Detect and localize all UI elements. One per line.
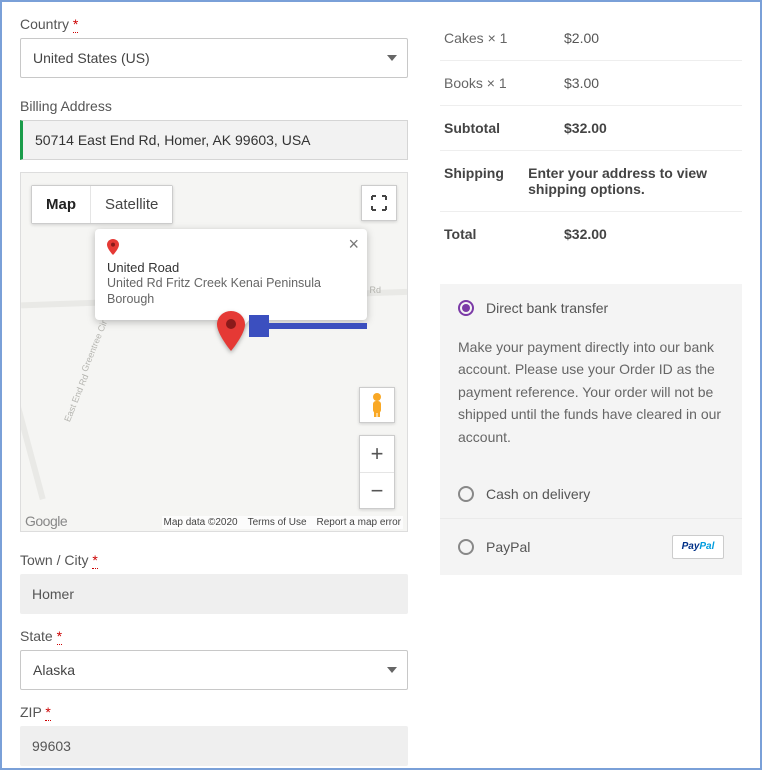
summary-row: ShippingEnter your address to view shipp… — [440, 150, 742, 211]
payment-label: Direct bank transfer — [486, 300, 608, 316]
summary-row: Total$32.00 — [440, 211, 742, 256]
close-icon[interactable]: × — [348, 235, 359, 253]
summary-key: Shipping — [444, 165, 528, 197]
payment-direct-bank[interactable]: Direct bank transfer — [440, 284, 742, 332]
map-type-satellite[interactable]: Satellite — [90, 186, 172, 223]
map-type-map[interactable]: Map — [32, 186, 90, 223]
billing-address-value: 50714 East End Rd, Homer, AK 99603, USA — [35, 132, 311, 148]
chevron-down-icon — [387, 667, 397, 673]
summary-value: $3.00 — [564, 75, 599, 91]
google-logo: Google — [25, 513, 67, 529]
zoom-out-button[interactable]: − — [360, 472, 394, 508]
summary-key: Total — [444, 226, 564, 242]
summary-key: Subtotal — [444, 120, 564, 136]
map-pin[interactable] — [217, 311, 245, 354]
map[interactable]: United Rd East End Rd Greentree Cir Map … — [20, 172, 408, 532]
zip-label: ZIP * — [20, 704, 408, 720]
summary-value: $32.00 — [564, 226, 607, 242]
billing-address-box: 50714 East End Rd, Homer, AK 99603, USA — [20, 120, 408, 160]
pegman-icon — [368, 392, 386, 418]
streetview-pegman[interactable] — [359, 387, 395, 423]
order-summary: Cakes × 1$2.00Books × 1$3.00Subtotal$32.… — [440, 16, 742, 256]
summary-row: Subtotal$32.00 — [440, 105, 742, 150]
fullscreen-icon — [371, 195, 387, 211]
summary-row: Books × 1$3.00 — [440, 60, 742, 105]
chevron-down-icon — [387, 55, 397, 61]
city-label: Town / City * — [20, 552, 408, 568]
map-info-popup: × United Road United Rd Fritz Creek Kena… — [95, 229, 367, 320]
zip-input[interactable] — [20, 726, 408, 766]
state-label: State * — [20, 628, 408, 644]
summary-key: Cakes × 1 — [444, 30, 564, 46]
popup-subtitle: United Rd Fritz Creek Kenai Peninsula Bo… — [107, 275, 355, 308]
popup-title: United Road — [107, 260, 355, 275]
summary-value: $32.00 — [564, 120, 607, 136]
zoom-in-button[interactable]: + — [360, 436, 394, 472]
radio-icon — [458, 300, 474, 316]
payment-cod[interactable]: Cash on delivery — [440, 470, 742, 518]
summary-row: Cakes × 1$2.00 — [440, 16, 742, 60]
road-label-greentree: Greentree Cir — [79, 319, 109, 373]
map-report-link[interactable]: Report a map error — [317, 517, 401, 528]
summary-key: Books × 1 — [444, 75, 564, 91]
state-value: Alaska — [33, 662, 75, 678]
zoom-controls: + − — [359, 435, 395, 509]
city-input[interactable] — [20, 574, 408, 614]
billing-address-label: Billing Address — [20, 98, 408, 114]
state-select[interactable]: Alaska — [20, 650, 408, 690]
pointer-arrow — [249, 315, 369, 340]
payment-methods: Direct bank transfer Make your payment d… — [440, 284, 742, 575]
summary-value: Enter your address to view shipping opti… — [528, 165, 738, 197]
payment-paypal[interactable]: PayPal PayPal — [440, 518, 742, 575]
radio-icon — [458, 486, 474, 502]
country-value: United States (US) — [33, 50, 150, 66]
map-road — [20, 305, 46, 500]
country-select[interactable]: United States (US) — [20, 38, 408, 78]
summary-value: $2.00 — [564, 30, 599, 46]
map-type-toggle: Map Satellite — [31, 185, 173, 224]
fullscreen-button[interactable] — [361, 185, 397, 221]
country-label: Country * — [20, 16, 408, 32]
map-attribution: Map data ©2020 Terms of Use Report a map… — [162, 516, 403, 529]
road-label-eastend: East End Rd — [62, 373, 90, 424]
payment-label: Cash on delivery — [486, 486, 590, 502]
required-mark: * — [73, 16, 78, 33]
payment-label: PayPal — [486, 539, 530, 555]
pin-icon — [107, 239, 355, 258]
map-data-label: Map data ©2020 — [164, 517, 238, 528]
radio-icon — [458, 539, 474, 555]
payment-direct-description: Make your payment directly into our bank… — [440, 332, 742, 470]
paypal-logo: PayPal — [672, 535, 724, 559]
map-terms-link[interactable]: Terms of Use — [248, 517, 307, 528]
